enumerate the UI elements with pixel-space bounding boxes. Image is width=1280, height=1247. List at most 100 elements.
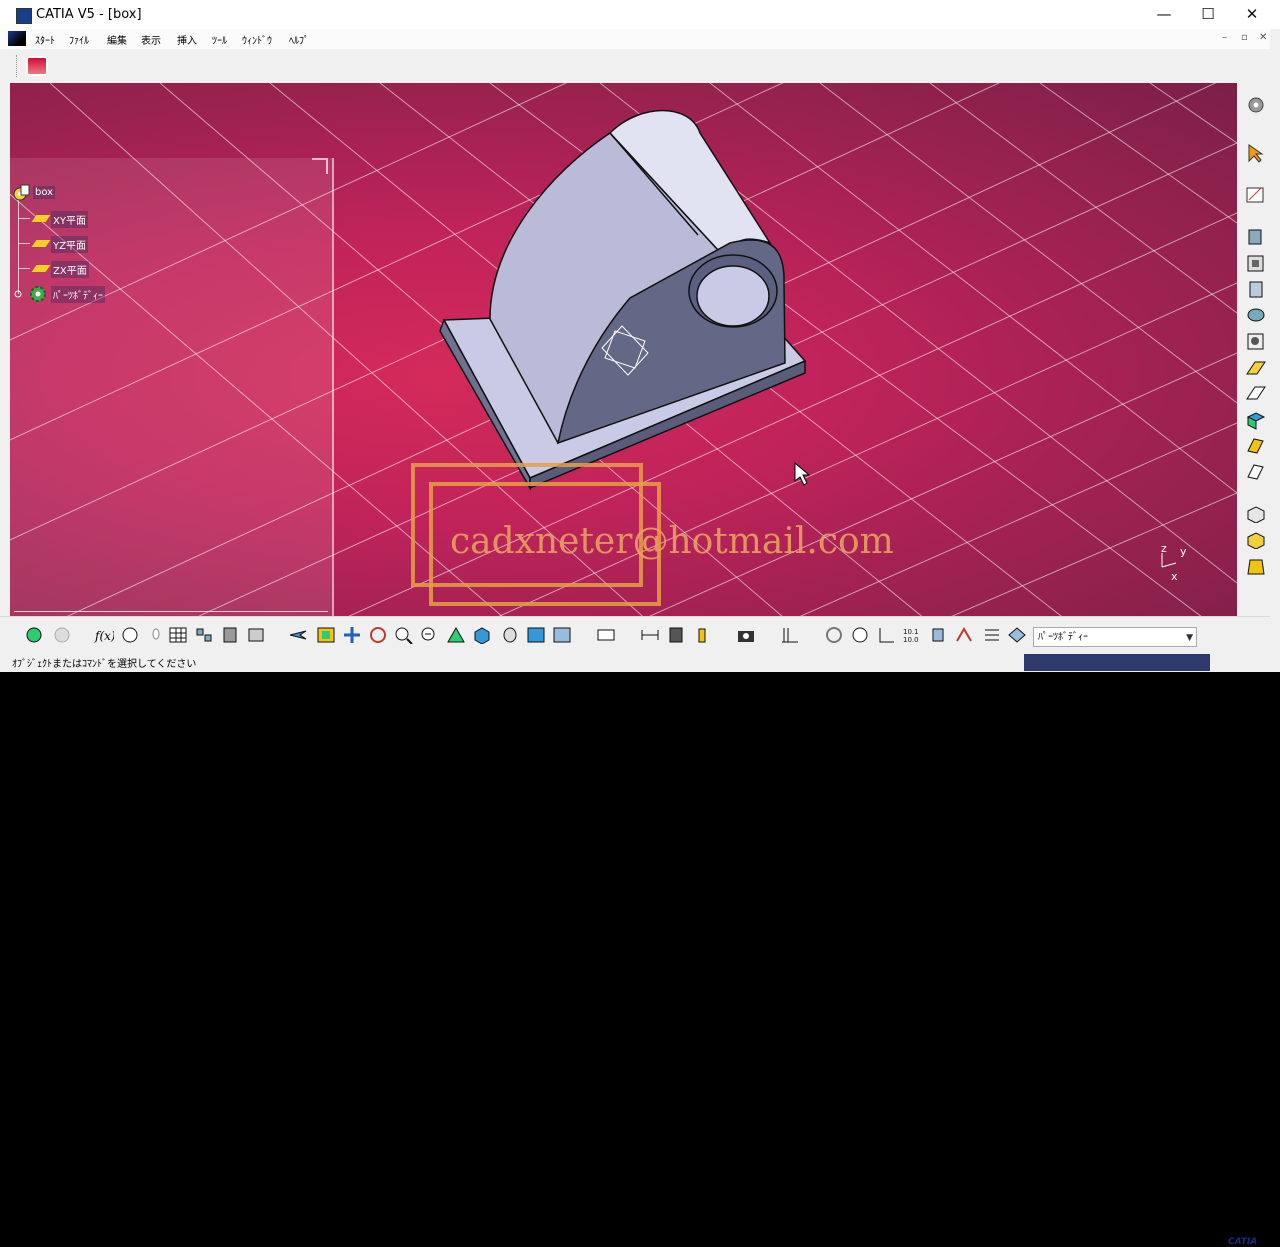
title-bar: CATIA V5 - [box] — ☐ ✕: [0, 0, 1280, 29]
multi-section-solid-icon[interactable]: [1245, 435, 1267, 455]
3d-compass-icon[interactable]: [596, 626, 616, 644]
light-bulb-icon[interactable]: [146, 626, 166, 644]
menu-edit[interactable]: 編集: [107, 32, 127, 47]
specification-tree: box XY平面 YZ平面 ZX平面 ﾊﾟｰﾂﾎﾞﾃﾞｨｰ: [10, 158, 334, 616]
isometric-view-icon[interactable]: [472, 626, 492, 644]
part-gear-icon[interactable]: [12, 184, 32, 204]
minimize-button[interactable]: —: [1142, 0, 1186, 29]
capture-camera-icon[interactable]: [736, 626, 756, 644]
analysis-icon[interactable]: [954, 626, 974, 644]
watermark-text: cadxneter@hotmail.com: [450, 521, 894, 562]
groove-icon[interactable]: [1245, 305, 1267, 325]
catalog-icon[interactable]: [220, 626, 240, 644]
zoom-out-icon[interactable]: [420, 626, 440, 644]
tree-item-part-body[interactable]: ﾊﾟｰﾂﾎﾞﾃﾞｨｰ: [51, 286, 105, 303]
menu-window[interactable]: ｳｨﾝﾄﾞｳ: [242, 32, 272, 47]
removed-multi-section-icon[interactable]: [1245, 461, 1267, 481]
tree-item-zx-plane[interactable]: ZX平面: [51, 261, 89, 278]
pocket-icon[interactable]: [1245, 253, 1267, 273]
catia-logo: CATIA: [1228, 1237, 1258, 1247]
axis-y-label: y: [1180, 545, 1187, 558]
update-icon[interactable]: [24, 626, 44, 644]
material-icon[interactable]: [1007, 626, 1027, 644]
toolbar-grip[interactable]: [16, 55, 19, 77]
tree-line-vertical: [18, 190, 19, 294]
dimension-icon[interactable]: [640, 626, 660, 644]
fly-mode-icon[interactable]: [288, 626, 308, 644]
knowledge-advisor-icon[interactable]: [120, 626, 140, 644]
menu-tools[interactable]: ﾂｰﾙ: [212, 32, 227, 47]
instantiate-icon[interactable]: [194, 626, 214, 644]
catia-app-icon: [16, 8, 32, 24]
svg-text:10.0: 10.0: [903, 636, 919, 644]
catia-menu-logo-icon[interactable]: [8, 31, 26, 46]
swap-visible-space-icon[interactable]: [552, 626, 572, 644]
number-10-icon[interactable]: 10.110.0: [902, 626, 922, 644]
cylinder-icon[interactable]: [928, 626, 948, 644]
command-input[interactable]: [1024, 654, 1210, 671]
part-body-gear-icon[interactable]: [14, 284, 48, 304]
shading-icon[interactable]: [500, 626, 520, 644]
rib-icon[interactable]: [1245, 358, 1267, 378]
solid-combine-icon[interactable]: [1245, 410, 1267, 430]
current-body-select[interactable]: ﾊﾟｰﾂﾎﾞﾃﾞｨｰ ▼: [1033, 627, 1197, 647]
fillet-icon[interactable]: [1245, 503, 1267, 523]
workbench-toolbar: [10, 49, 1270, 83]
hand-icon[interactable]: [850, 626, 870, 644]
normal-view-icon[interactable]: [446, 626, 466, 644]
table-icon[interactable]: [168, 626, 188, 644]
measure-icon[interactable]: [246, 626, 266, 644]
plane-xy-icon[interactable]: [31, 215, 51, 222]
feature-icon[interactable]: [666, 626, 686, 644]
bottle-icon[interactable]: [692, 626, 712, 644]
constraint-icon[interactable]: [780, 626, 800, 644]
pan-icon[interactable]: [342, 626, 362, 644]
tree-item-xy-plane[interactable]: XY平面: [51, 211, 88, 228]
window-vertical-scrollbar[interactable]: [1270, 29, 1280, 652]
axis-icon[interactable]: [876, 626, 896, 644]
menu-insert[interactable]: 挿入: [177, 32, 197, 47]
plane-zx-icon[interactable]: [31, 265, 51, 272]
update-disabled-icon[interactable]: [52, 626, 72, 644]
window-title: CATIA V5 - [box]: [36, 7, 142, 22]
mdi-minimize-button[interactable]: –: [1222, 32, 1227, 43]
bottom-toolbar: f(x) 10.1 10.0 ﾊﾟｰﾂﾎﾞﾃﾞｨｰ ▼ CATIA: [0, 616, 1280, 1247]
shaft-icon[interactable]: [1245, 279, 1267, 299]
tree-line: [18, 243, 30, 244]
rotate-icon[interactable]: [368, 626, 388, 644]
mini-axis-icon: [1161, 553, 1177, 568]
tree-item-yz-plane[interactable]: YZ平面: [51, 236, 88, 253]
tree-root-box[interactable]: box: [33, 186, 56, 199]
status-bar: ｵﾌﾞｼﾞｪｸﾄまたはｺﾏﾝﾄﾞを選択してください: [0, 652, 1280, 672]
part-design-workbench-icon[interactable]: [26, 56, 48, 76]
snap-icon[interactable]: [824, 626, 844, 644]
maximize-button[interactable]: ☐: [1186, 0, 1230, 29]
zoom-in-icon[interactable]: [394, 626, 414, 644]
status-message: ｵﾌﾞｼﾞｪｸﾄまたはｺﾏﾝﾄﾞを選択してください: [12, 659, 197, 670]
slot-icon[interactable]: [1245, 383, 1267, 403]
select-arrow-icon[interactable]: [1245, 143, 1267, 163]
current-body-value: ﾊﾟｰﾂﾎﾞﾃﾞｨｰ: [1038, 632, 1088, 643]
tree-line: [18, 268, 30, 269]
tree-scrollbar[interactable]: [14, 611, 328, 612]
plane-yz-icon[interactable]: [31, 240, 51, 247]
mdi-close-button[interactable]: ✕: [1259, 32, 1267, 43]
3d-viewport[interactable]: box XY平面 YZ平面 ZX平面 ﾊﾟｰﾂﾎﾞﾃﾞｨｰ cadxneter@…: [10, 83, 1237, 616]
mdi-restore-button[interactable]: ▫: [1241, 32, 1248, 43]
menu-start[interactable]: ｽﾀｰﾄ: [35, 32, 55, 47]
draft-icon[interactable]: [1245, 556, 1267, 576]
menu-view[interactable]: 表示: [141, 32, 161, 47]
fit-all-in-icon[interactable]: [316, 626, 336, 644]
menu-file[interactable]: ﾌｧｲﾙ: [69, 32, 89, 47]
pad-icon[interactable]: [1245, 226, 1267, 246]
hide-show-icon[interactable]: [526, 626, 546, 644]
list-icon[interactable]: [982, 626, 1002, 644]
formula-fx-icon[interactable]: f(x): [94, 626, 114, 644]
chevron-down-icon[interactable]: ▼: [1186, 628, 1193, 648]
chamfer-icon[interactable]: [1245, 529, 1267, 549]
hole-icon[interactable]: [1245, 331, 1267, 351]
sketch-icon[interactable]: [1245, 184, 1267, 204]
settings-gear-icon[interactable]: [1245, 95, 1267, 115]
close-button[interactable]: ✕: [1230, 0, 1274, 29]
menu-help[interactable]: ﾍﾙﾌﾟ: [289, 32, 309, 47]
